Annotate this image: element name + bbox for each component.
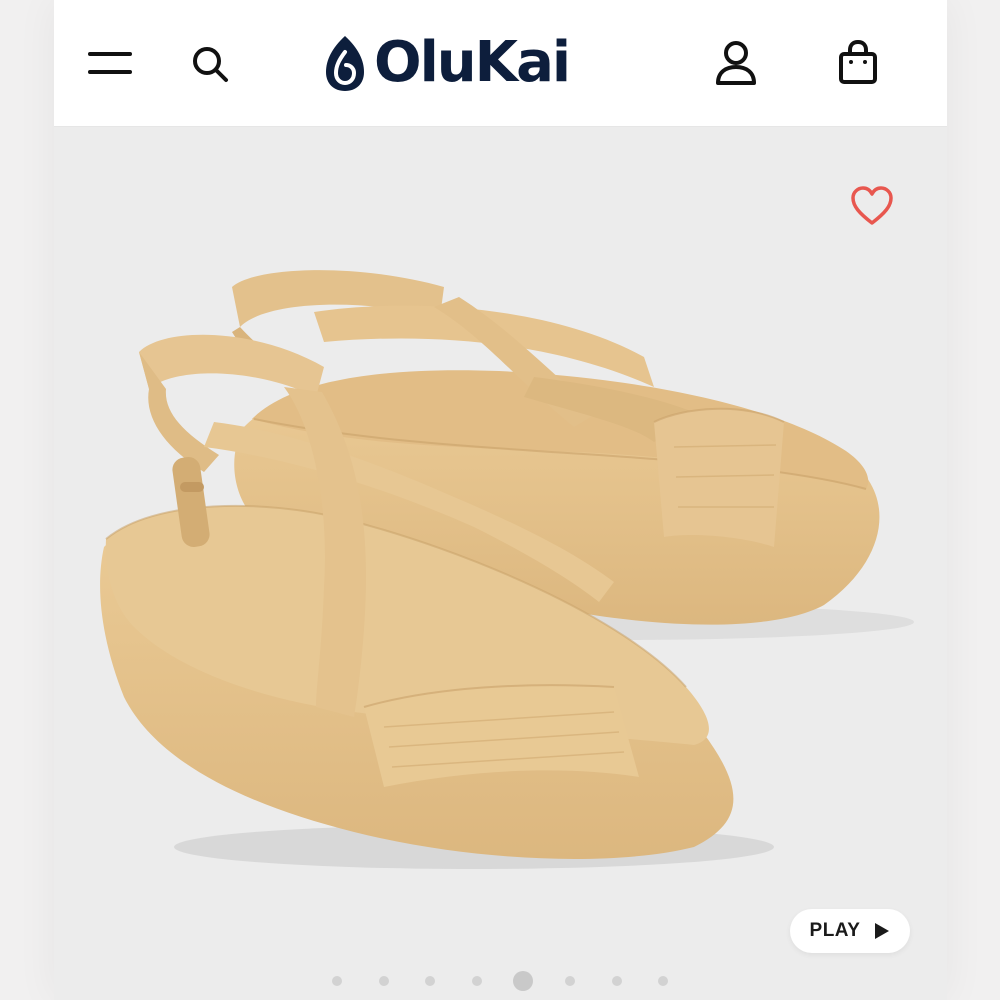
product-gallery[interactable]: PLAY [54,127,947,1000]
menu-button[interactable] [88,48,132,83]
play-label: PLAY [809,920,861,941]
play-icon [875,923,890,939]
site-header: OluKai [54,0,947,127]
account-icon [716,41,756,85]
bag-button[interactable] [838,39,878,91]
gallery-dot-8[interactable] [658,976,668,986]
play-video-button[interactable]: PLAY [790,909,910,953]
gallery-dot-7[interactable] [612,976,622,986]
gallery-dot-6[interactable] [565,976,575,986]
gallery-pagination [54,969,947,993]
search-icon [193,47,228,82]
heart-icon [851,186,893,225]
brand-name: OluKai [374,30,571,95]
product-image [100,270,914,869]
gallery-dot-2[interactable] [379,976,389,986]
bag-icon [839,39,877,84]
account-button[interactable] [714,40,758,91]
app-screen: OluKai PLAY [54,0,947,1000]
search-button[interactable] [190,44,230,89]
gallery-dot-5-active[interactable] [513,971,533,991]
gallery-dot-3[interactable] [425,976,435,986]
menu-icon [88,52,132,74]
gallery-dot-4[interactable] [472,976,482,986]
brand-logo[interactable]: OluKai [322,30,571,96]
brand-mark-icon [326,36,364,91]
gallery-dot-1[interactable] [332,976,342,986]
favorite-button[interactable] [849,185,895,232]
